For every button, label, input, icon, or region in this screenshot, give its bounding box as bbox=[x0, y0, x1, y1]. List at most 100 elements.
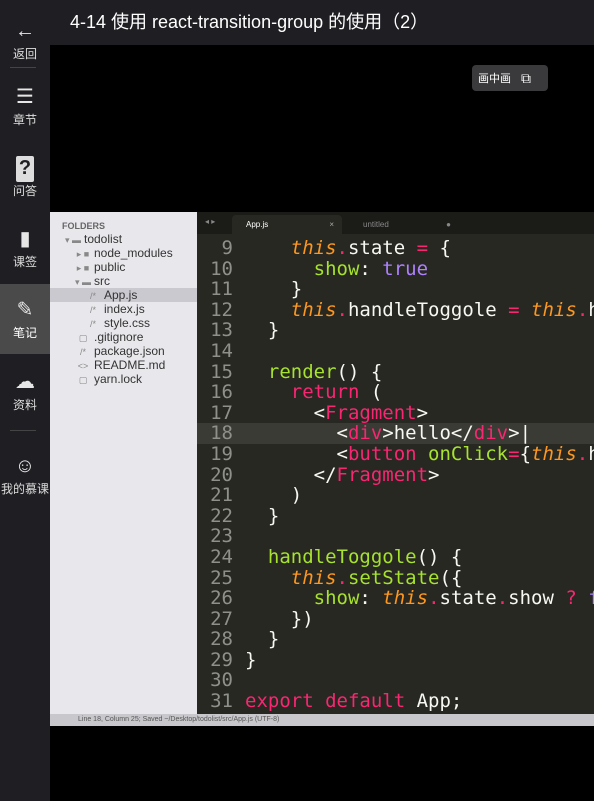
code-line: 23 bbox=[197, 526, 594, 547]
tree-item[interactable]: ▸ ■ public bbox=[50, 260, 197, 274]
back-arrow-icon: ← bbox=[15, 19, 35, 42]
code-token: . bbox=[576, 298, 589, 321]
folders-header: FOLDERS bbox=[62, 221, 106, 231]
code-token: } bbox=[245, 628, 280, 651]
dirty-dot-icon: ● bbox=[446, 220, 451, 229]
folder-tree: FOLDERS ▾ ▬ todolist ▸ ■ node_modules ▸ ■ pub… bbox=[50, 212, 197, 714]
picture-in-picture-button[interactable]: 画中画 ⧉ bbox=[472, 65, 548, 91]
line-number: 14 bbox=[210, 339, 233, 362]
tree-item-label: .gitignore bbox=[94, 330, 144, 344]
line-number: 19 bbox=[210, 442, 233, 465]
code-token: } bbox=[245, 278, 303, 301]
code-token: f bbox=[588, 587, 594, 609]
nav-label: 笔记 bbox=[12, 325, 37, 340]
menu-icon: ☰ bbox=[16, 85, 34, 108]
code-token: render bbox=[267, 360, 337, 383]
line-number: 17 bbox=[210, 401, 233, 424]
code-token: ? bbox=[565, 587, 577, 610]
code-line: 13 } bbox=[197, 320, 594, 341]
code-line: 30 bbox=[197, 670, 594, 691]
tree-item[interactable]: ▢ .gitignore bbox=[50, 330, 197, 344]
tree-item-label: App.js bbox=[104, 288, 138, 302]
line-number: 20 bbox=[210, 463, 233, 486]
tree-item[interactable]: /* App.js bbox=[50, 288, 197, 302]
tab-untitled[interactable]: untitled ● bbox=[349, 215, 459, 234]
nav-back[interactable]: ← 返回 bbox=[0, 5, 50, 75]
code-token: ) bbox=[245, 484, 303, 507]
tree-item[interactable]: ▸ ■ node_modules bbox=[50, 246, 197, 260]
line-number: 12 bbox=[210, 298, 233, 321]
code-token: < bbox=[245, 442, 348, 465]
nav-qa[interactable]: ? 问答 bbox=[0, 142, 50, 212]
divider bbox=[10, 67, 36, 68]
nav-bookmarks[interactable]: ▮ 课签 bbox=[0, 213, 50, 283]
nav-label: 问答 bbox=[12, 183, 37, 198]
nav-materials[interactable]: ☁ 资料 bbox=[0, 356, 50, 426]
page-title: 4-14 使用 react-transition-group 的使用（2） bbox=[50, 0, 594, 45]
video-player[interactable]: FOLDERS ▾ ▬ todolist ▸ ■ node_modules ▸ ■ pub… bbox=[50, 212, 594, 726]
code-token: Fragment bbox=[336, 463, 429, 486]
line-number: 21 bbox=[210, 484, 233, 507]
line-number: 22 bbox=[210, 504, 233, 527]
code-token: = bbox=[508, 298, 520, 321]
code-line: 28 } bbox=[197, 629, 594, 650]
code-token: > bbox=[428, 463, 440, 486]
code-token: } bbox=[245, 319, 280, 342]
tree-icon: ▾ ▬ bbox=[74, 277, 92, 287]
nav-notes[interactable]: ✎ 笔记 bbox=[0, 284, 50, 354]
code-token: div bbox=[347, 422, 383, 445]
tab-app-js[interactable]: App.js × bbox=[232, 215, 342, 234]
line-number: 15 bbox=[210, 360, 233, 383]
cloud-download-icon: ☁ bbox=[15, 370, 35, 393]
tree-item[interactable]: ▢ yarn.lock bbox=[50, 372, 197, 386]
close-icon[interactable]: × bbox=[329, 215, 334, 234]
avatar-icon: ☺ bbox=[14, 454, 36, 477]
code-token: h bbox=[588, 298, 594, 321]
tab-nav-arrows[interactable]: ◂ ▸ bbox=[205, 217, 215, 226]
code-token: Fragment bbox=[325, 401, 417, 424]
tree-item[interactable]: ▾ ▬ src bbox=[50, 274, 197, 288]
line-number: 9 bbox=[221, 237, 233, 259]
nav-label: 课签 bbox=[12, 254, 37, 269]
code-token: this bbox=[290, 298, 337, 321]
code-token: () { bbox=[416, 545, 463, 568]
tree-item[interactable]: ▾ ▬ todolist bbox=[50, 232, 197, 246]
line-number: 26 bbox=[210, 587, 233, 610]
tree-icon: ▾ ▬ bbox=[64, 235, 82, 245]
nav-label: 我的慕课 bbox=[0, 481, 49, 496]
tree-item[interactable]: /* package.json bbox=[50, 344, 197, 358]
code-token: } bbox=[245, 648, 257, 671]
code-line: 15 render() { bbox=[197, 360, 594, 383]
tree-item-label: src bbox=[94, 274, 110, 288]
tree-icon: ▸ ■ bbox=[76, 263, 90, 273]
code-line: 25 this.setState({ bbox=[197, 567, 594, 589]
tree-icon: /* bbox=[89, 319, 96, 329]
tree-item[interactable]: /* style.css bbox=[50, 316, 197, 330]
tree-item[interactable]: <> README.md bbox=[50, 358, 197, 372]
code-editor[interactable]: 9 this.state = {10 show: true 11 } 12 this… bbox=[197, 234, 594, 714]
line-number: 13 bbox=[210, 319, 233, 342]
code-token: . bbox=[496, 587, 509, 610]
code-line: 16 return ( bbox=[197, 382, 594, 403]
code-token: state bbox=[347, 237, 417, 259]
tree-item[interactable]: /* index.js bbox=[50, 302, 197, 316]
code-token: default bbox=[325, 690, 406, 713]
code-line: 21 ) bbox=[197, 485, 594, 506]
pip-label: 画中画 bbox=[478, 73, 511, 85]
line-number: 16 bbox=[210, 381, 233, 404]
nav-my-courses[interactable]: ☺ 我的慕课 bbox=[0, 440, 50, 510]
code-line: 19 <button onClick={this.h bbox=[197, 444, 594, 465]
line-number: 31 bbox=[210, 690, 233, 713]
tree-icon: ▢ bbox=[78, 375, 88, 385]
editor-tabs: ◂ ▸ App.js × untitled ● bbox=[197, 212, 594, 234]
line-number: 23 bbox=[210, 525, 233, 548]
nav-chapters[interactable]: ☰ 章节 bbox=[0, 71, 50, 141]
code-token: show bbox=[313, 257, 360, 280]
